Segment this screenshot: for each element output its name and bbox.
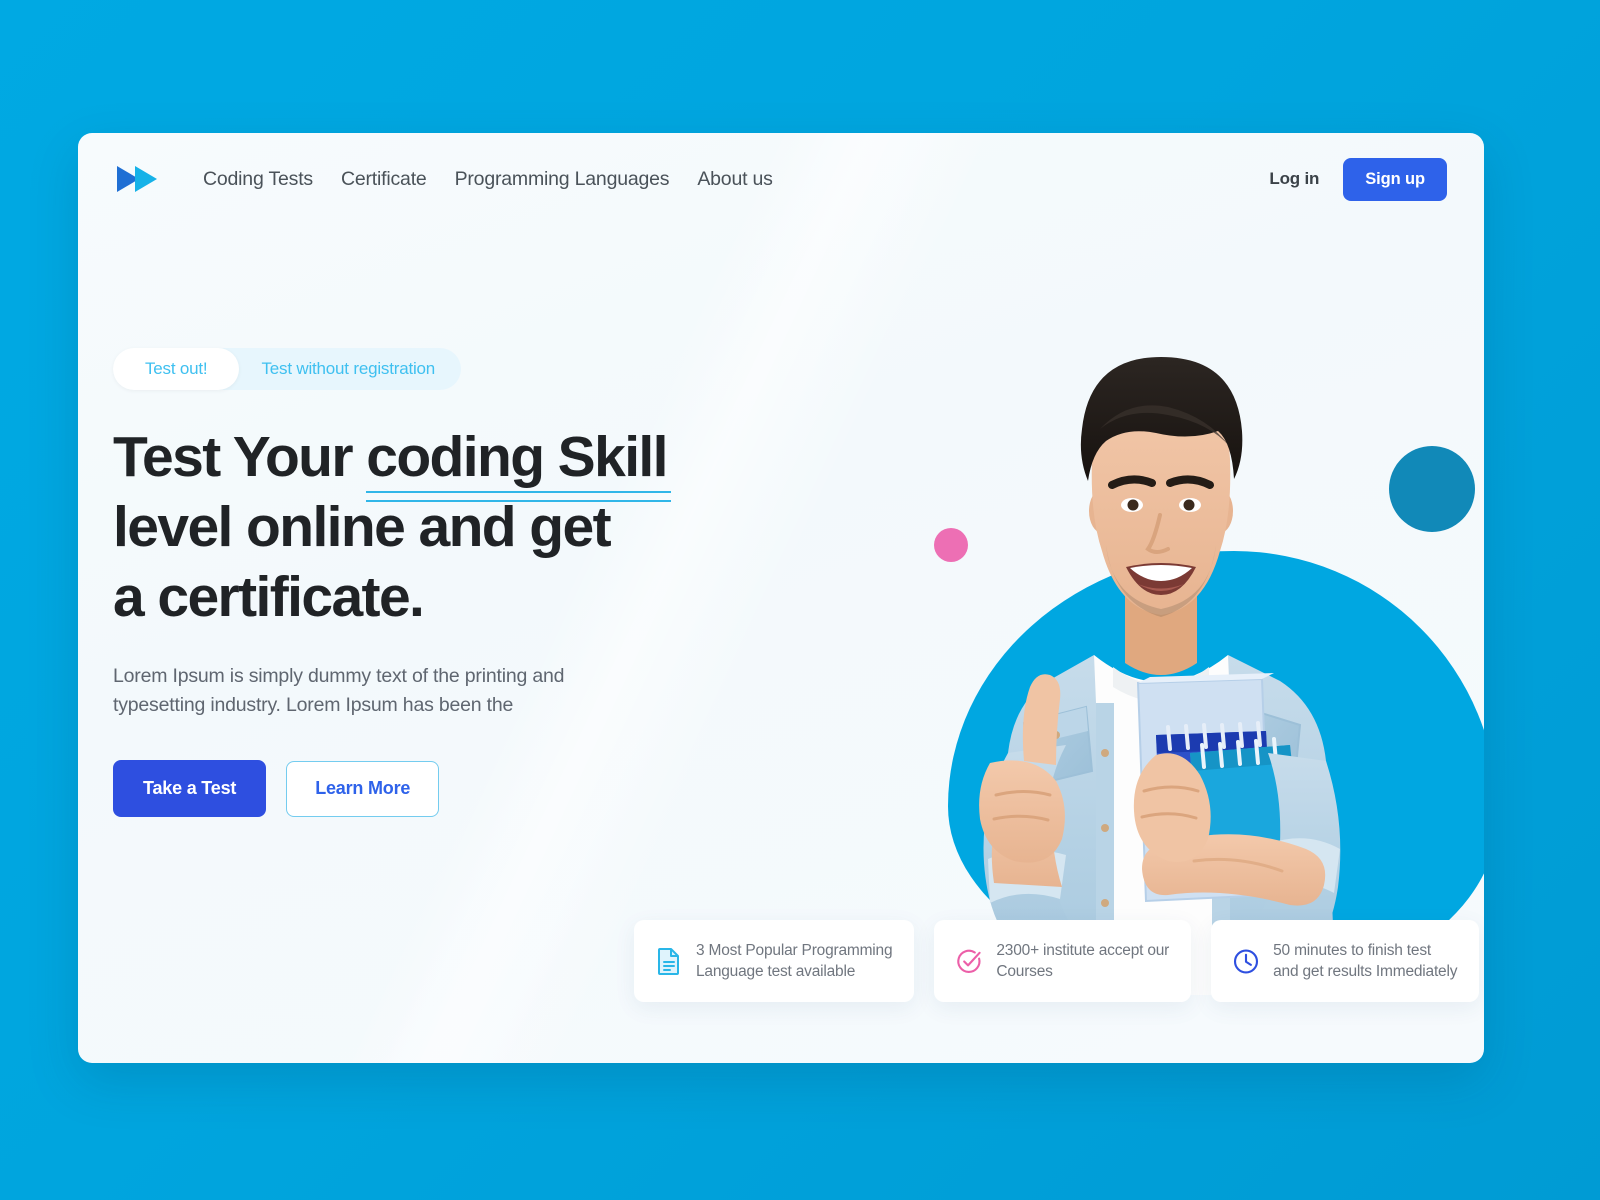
headline-line2: level online and get [113, 495, 612, 559]
headline-line3: a certificate. [113, 565, 425, 629]
double-fast-forward-arrow-icon [117, 166, 157, 192]
nav-item-certificate[interactable]: Certificate [341, 168, 427, 191]
toggle-option-test-without-registration[interactable]: Test without registration [239, 348, 461, 390]
nav-item-coding-tests[interactable]: Coding Tests [203, 168, 313, 191]
nav-item-about-us[interactable]: About us [697, 168, 773, 191]
clock-icon [1233, 947, 1259, 975]
feature-line-1: 2300+ institute accept our [996, 942, 1170, 959]
main-navigation: Coding Tests Certificate Programming Lan… [203, 168, 773, 191]
headline-underlined-phrase: coding Skill [366, 422, 671, 502]
feature-line-2: and get results Immediately [1273, 963, 1458, 980]
check-circle-icon [956, 947, 982, 975]
page-canvas: Coding Tests Certificate Programming Lan… [0, 0, 1600, 1200]
feature-line-2: Courses [996, 963, 1053, 980]
hero-text-column: Test out! Test without registration Test… [113, 348, 733, 817]
feature-card-text: 50 minutes to finish test and get results… [1273, 940, 1457, 982]
hero-cta-row: Take a Test Learn More [113, 760, 733, 817]
document-file-icon [656, 947, 682, 975]
site-header: Coding Tests Certificate Programming Lan… [78, 133, 1484, 225]
feature-card-text: 3 Most Popular Programming Language test … [696, 940, 893, 982]
headline-line1-prefix: Test Your [113, 425, 367, 489]
feature-card-programming-languages[interactable]: 3 Most Popular Programming Language test … [634, 920, 915, 1002]
student-photo [979, 357, 1341, 995]
feature-line-1: 50 minutes to finish test [1273, 942, 1431, 959]
signup-button[interactable]: Sign up [1343, 157, 1447, 201]
nav-item-programming-languages[interactable]: Programming Languages [455, 168, 670, 191]
take-a-test-button[interactable]: Take a Test [113, 760, 267, 817]
hero-illustration [838, 283, 1484, 1023]
hero-description: Lorem Ipsum is simply dummy text of the … [113, 665, 565, 716]
landing-page-card: Coding Tests Certificate Programming Lan… [78, 133, 1484, 1063]
header-actions: Log in Sign up [1269, 157, 1447, 201]
feature-line-1: 3 Most Popular Programming [696, 942, 893, 959]
learn-more-button[interactable]: Learn More [286, 760, 440, 817]
login-link[interactable]: Log in [1269, 169, 1319, 189]
feature-card-institutes[interactable]: 2300+ institute accept our Courses [934, 920, 1192, 1002]
feature-line-2: Language test available [696, 963, 856, 980]
page-title: Test Your coding Skill level online and g… [113, 422, 733, 632]
feature-card-duration[interactable]: 50 minutes to finish test and get results… [1211, 920, 1480, 1002]
logo[interactable] [115, 162, 163, 196]
test-mode-toggle[interactable]: Test out! Test without registration [113, 348, 462, 390]
toggle-option-test-out[interactable]: Test out! [113, 348, 240, 390]
feature-card-text: 2300+ institute accept our Courses [996, 940, 1169, 982]
feature-cards-row: 3 Most Popular Programming Language test … [634, 920, 1480, 1002]
